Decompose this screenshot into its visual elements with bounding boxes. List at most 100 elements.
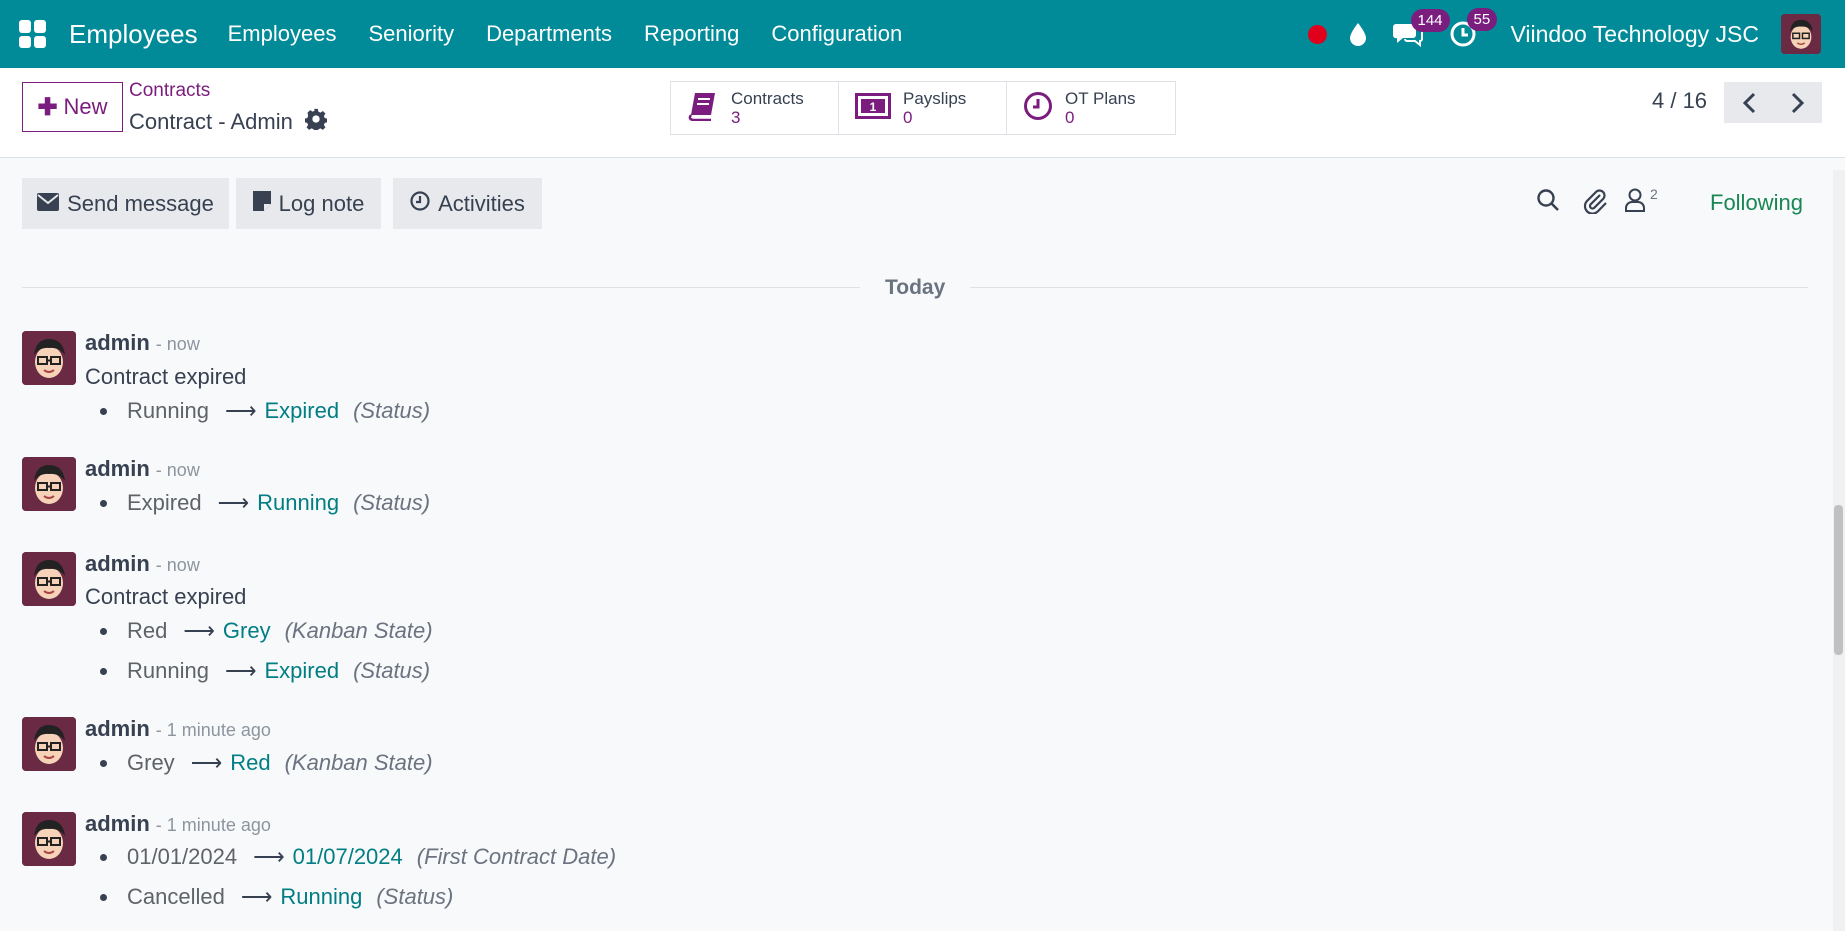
message-header: admin - 1 minute ago (85, 716, 271, 742)
message-avatar[interactable] (22, 552, 76, 606)
field-name: (Kanban State) (284, 618, 433, 643)
tracking-change: Cancelled ⟶ Running (Status) (100, 884, 453, 910)
date-separator: Today (885, 276, 946, 299)
menu-reporting[interactable]: Reporting (628, 21, 755, 47)
gear-icon[interactable] (304, 108, 328, 136)
contracts-smart-button[interactable]: Contracts 3 (671, 82, 839, 134)
paperclip-icon[interactable] (1582, 188, 1608, 219)
tracking-change: Red ⟶ Grey (Kanban State) (100, 618, 433, 644)
new-value: Grey (222, 618, 271, 643)
tracking-change: Grey ⟶ Red (Kanban State) (100, 750, 433, 776)
arrow-right-icon: ⟶ (240, 884, 273, 909)
message-time: - now (155, 334, 200, 354)
new-value: Running (280, 884, 363, 909)
new-value: Expired (264, 658, 340, 683)
activities-label: Activities (438, 190, 525, 216)
ot-plans-smart-button[interactable]: OT Plans 0 (1007, 82, 1175, 134)
separator-line-right (970, 287, 1808, 288)
menu-seniority[interactable]: Seniority (352, 21, 470, 47)
message-author[interactable]: admin (85, 551, 150, 577)
menu-configuration[interactable]: Configuration (755, 21, 918, 47)
tracking-change: Running ⟶ Expired (Status) (100, 398, 430, 424)
followers-count: 2 (1650, 186, 1658, 202)
message-time: - 1 minute ago (155, 815, 271, 835)
messages-badge: 144 (1410, 9, 1450, 32)
arrow-right-icon: ⟶ (183, 618, 215, 643)
svg-text:1: 1 (870, 100, 877, 114)
pager-previous-button[interactable] (1724, 82, 1773, 123)
chevron-left-icon (1742, 92, 1755, 113)
message-body: Contract expired (85, 364, 247, 389)
message-header: admin - now (85, 456, 200, 482)
old-value: 01/01/2024 (127, 844, 238, 869)
new-value: Running (257, 490, 340, 515)
scrollbar-thumb[interactable] (1834, 505, 1843, 655)
following-button[interactable]: Following (1710, 190, 1803, 216)
old-value: Red (127, 618, 168, 643)
message-author[interactable]: admin (85, 811, 150, 837)
message-time: - now (155, 555, 200, 575)
arrow-right-icon: ⟶ (224, 398, 257, 423)
main-menu: Employees Seniority Departments Reportin… (212, 21, 919, 47)
sticky-note-icon (252, 190, 271, 217)
pager-value[interactable]: 4 / 16 (1652, 88, 1707, 114)
followers-icon[interactable] (1624, 188, 1646, 217)
arrow-right-icon: ⟶ (253, 844, 285, 869)
message-avatar[interactable] (22, 331, 76, 385)
drop-icon[interactable] (1349, 22, 1367, 46)
activities-button[interactable]: Activities (393, 178, 542, 229)
activities-badge: 55 (1466, 8, 1498, 31)
apps-menu-icon[interactable] (19, 20, 47, 48)
activities-clock-icon[interactable]: 55 (1449, 8, 1498, 48)
message-author[interactable]: admin (85, 716, 150, 742)
ot-plans-smart-value: 0 (1065, 108, 1075, 127)
payslips-smart-label: Payslips (903, 89, 967, 108)
field-name: (Status) (353, 490, 431, 515)
clock-icon (1023, 91, 1053, 126)
log-note-button[interactable]: Log note (236, 178, 381, 229)
old-value: Running (127, 658, 209, 683)
payslips-smart-value: 0 (903, 108, 913, 127)
message-avatar[interactable] (22, 717, 76, 771)
field-name: (Status) (353, 658, 431, 683)
new-value: Expired (264, 398, 340, 423)
menu-employees[interactable]: Employees (212, 21, 353, 47)
search-icon[interactable] (1536, 188, 1560, 217)
message-header: admin - now (85, 551, 200, 577)
company-switcher[interactable]: Viindoo Technology JSC (1511, 21, 1760, 48)
message-avatar[interactable] (22, 812, 76, 866)
money-icon: 1 (855, 92, 891, 124)
send-message-button[interactable]: Send message (22, 178, 229, 229)
app-title[interactable]: Employees (69, 19, 198, 50)
new-button[interactable]: ✚ New (22, 82, 123, 132)
systray: 144 55 Viindoo Technology JSC (1307, 0, 1845, 68)
ot-plans-smart-label: OT Plans (1065, 89, 1136, 108)
new-value: Red (230, 750, 271, 775)
pager-next-button[interactable] (1773, 82, 1822, 123)
message-author[interactable]: admin (85, 456, 150, 482)
payslips-smart-button[interactable]: 1 Payslips 0 (839, 82, 1007, 134)
menu-departments[interactable]: Departments (470, 21, 628, 47)
breadcrumb-contracts[interactable]: Contracts (129, 80, 210, 102)
field-name: (Kanban State) (284, 750, 433, 775)
breadcrumb-current: Contract - Admin (129, 108, 328, 136)
chevron-right-icon (1791, 92, 1804, 113)
message-time: - now (155, 460, 200, 480)
new-button-label: New (63, 94, 108, 119)
book-icon (687, 91, 719, 126)
arrow-right-icon: ⟶ (224, 658, 257, 683)
log-note-label: Log note (278, 190, 365, 216)
field-name: (First Contract Date) (416, 844, 617, 869)
arrow-right-icon: ⟶ (190, 750, 223, 775)
plus-icon: ✚ (37, 93, 58, 121)
recording-dot-icon[interactable] (1307, 24, 1327, 44)
user-avatar[interactable] (1781, 14, 1821, 54)
message-author[interactable]: admin (85, 330, 150, 356)
message-time: - 1 minute ago (155, 720, 271, 740)
message-avatar[interactable] (22, 457, 76, 511)
new-value: 01/07/2024 (292, 844, 403, 869)
message-body: Contract expired (85, 584, 247, 609)
control-panel: ✚ New Contracts Contract - Admin Contrac… (0, 68, 1845, 158)
tracking-change: Expired ⟶ Running (Status) (100, 490, 430, 516)
messages-icon[interactable]: 144 (1392, 9, 1450, 47)
